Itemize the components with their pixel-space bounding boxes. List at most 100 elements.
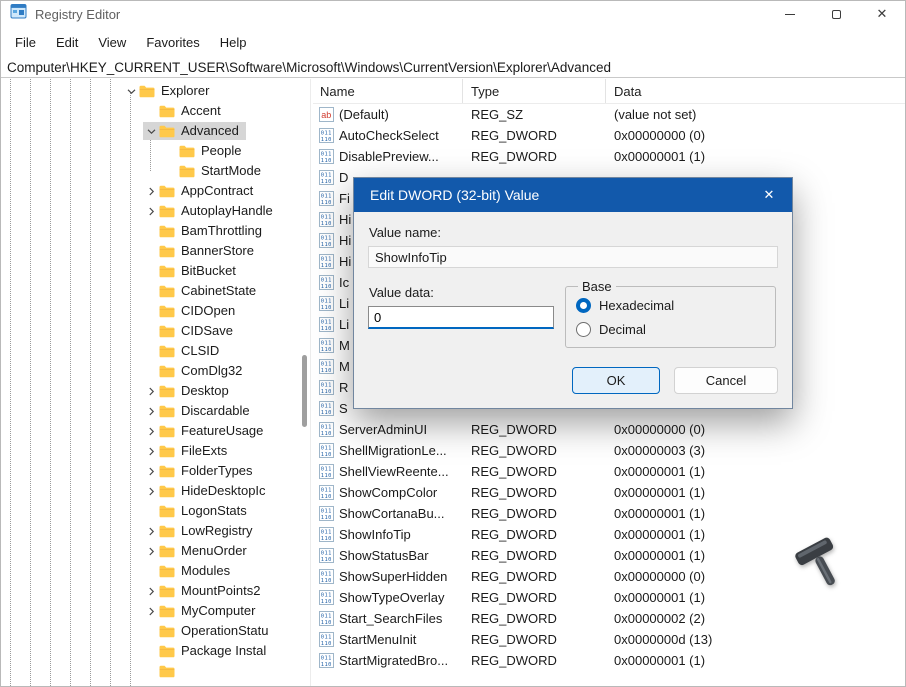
list-row-showcompcolor[interactable]: ab 011 110 ShowCompColor REG_DWORD 0x000… (313, 482, 905, 503)
chevron-icon[interactable] (143, 123, 159, 139)
tree-item-modules[interactable]: Modules (1, 561, 310, 581)
radio-hexadecimal[interactable]: Hexadecimal (576, 298, 765, 313)
tree-item-clipped[interactable] (1, 661, 310, 681)
chevron-icon[interactable] (143, 363, 159, 379)
list-row-default[interactable]: ab 011 110 (Default) REG_SZ (value not s… (313, 104, 905, 125)
tree-item-comdlg32[interactable]: ComDlg32 (1, 361, 310, 381)
ok-button[interactable]: OK (572, 367, 660, 394)
tree-item-discardable[interactable]: Discardable (1, 401, 310, 421)
maximize-button[interactable] (813, 1, 859, 27)
tree-scrollbar-thumb[interactable] (302, 355, 307, 427)
close-button[interactable]: ✕ (859, 1, 905, 27)
chevron-icon[interactable] (143, 503, 159, 519)
chevron-icon[interactable] (143, 323, 159, 339)
dialog-titlebar[interactable]: Edit DWORD (32-bit) Value ✕ (354, 178, 792, 212)
value-name: S (339, 401, 348, 416)
chevron-icon[interactable] (143, 443, 159, 459)
chevron-icon[interactable] (143, 483, 159, 499)
dialog-close-button[interactable]: ✕ (746, 178, 792, 212)
list-row-showcortanabu[interactable]: ab 011 110 ShowCortanaBu... REG_DWORD 0x… (313, 503, 905, 524)
tree-item-package-instal[interactable]: Package Instal (1, 641, 310, 661)
list-row-shellmigrationle[interactable]: ab 011 110 ShellMigrationLe... REG_DWORD… (313, 440, 905, 461)
svg-text:110: 110 (321, 200, 332, 206)
menu-item-help[interactable]: Help (210, 31, 257, 54)
chevron-icon[interactable] (143, 203, 159, 219)
list-row-serveradminui[interactable]: ab 011 110 ServerAdminUI REG_DWORD 0x000… (313, 419, 905, 440)
tree-item-mountpoints2[interactable]: MountPoints2 (1, 581, 310, 601)
tree-item-fileexts[interactable]: FileExts (1, 441, 310, 461)
svg-text:011: 011 (321, 173, 332, 179)
tree-item-hidedesktopic[interactable]: HideDesktopIc (1, 481, 310, 501)
tree-item-mycomputer[interactable]: MyComputer (1, 601, 310, 621)
tree-item-desktop[interactable]: Desktop (1, 381, 310, 401)
dword-value-icon: 011 110 (319, 401, 334, 416)
chevron-icon[interactable] (143, 523, 159, 539)
radio-decimal[interactable]: Decimal (576, 322, 765, 337)
chevron-icon[interactable] (143, 103, 159, 119)
chevron-icon[interactable] (143, 603, 159, 619)
tree-item-logonstats[interactable]: LogonStats (1, 501, 310, 521)
tree-scrollbar[interactable] (301, 79, 308, 686)
tree-item-foldertypes[interactable]: FolderTypes (1, 461, 310, 481)
menu-item-edit[interactable]: Edit (46, 31, 88, 54)
tree-item-startmode[interactable]: StartMode (1, 161, 310, 181)
list-row-autocheckselect[interactable]: ab 011 110 AutoCheckSelect REG_DWORD 0x0… (313, 125, 905, 146)
tree-item-featureusage[interactable]: FeatureUsage (1, 421, 310, 441)
list-row-disablepreview[interactable]: ab 011 110 DisablePreview... REG_DWORD 0… (313, 146, 905, 167)
value-name-field[interactable] (368, 246, 778, 268)
chevron-icon[interactable] (123, 83, 139, 99)
chevron-icon[interactable] (163, 163, 179, 179)
tree-item-cidopen[interactable]: CIDOpen (1, 301, 310, 321)
chevron-icon[interactable] (143, 243, 159, 259)
tree-item-autoplayhandle[interactable]: AutoplayHandle (1, 201, 310, 221)
tree-item-advanced[interactable]: Advanced (1, 121, 310, 141)
tree-item-cabinetstate[interactable]: CabinetState (1, 281, 310, 301)
chevron-icon[interactable] (143, 283, 159, 299)
tree-item-appcontract[interactable]: AppContract (1, 181, 310, 201)
tree-item-explorer[interactable]: Explorer (1, 81, 310, 101)
chevron-icon[interactable] (143, 463, 159, 479)
minimize-button[interactable] (767, 1, 813, 27)
tree-item-clsid[interactable]: CLSID (1, 341, 310, 361)
svg-text:110: 110 (321, 620, 332, 626)
chevron-icon[interactable] (143, 543, 159, 559)
list-row-shellviewreente[interactable]: ab 011 110 ShellViewReente... REG_DWORD … (313, 461, 905, 482)
tree-item-operationstatu[interactable]: OperationStatu (1, 621, 310, 641)
menu-item-view[interactable]: View (88, 31, 136, 54)
tree-item-bamthrottling[interactable]: BamThrottling (1, 221, 310, 241)
tree-item-bannerstore[interactable]: BannerStore (1, 241, 310, 261)
menu-item-file[interactable]: File (5, 31, 46, 54)
column-header-name[interactable]: Name (313, 79, 463, 103)
tree-item-bitbucket[interactable]: BitBucket (1, 261, 310, 281)
chevron-icon[interactable] (143, 403, 159, 419)
chevron-icon[interactable] (143, 623, 159, 639)
list-row-start-searchfiles[interactable]: ab 011 110 Start_SearchFiles REG_DWORD 0… (313, 608, 905, 629)
chevron-icon[interactable] (143, 263, 159, 279)
list-row-startmenuinit[interactable]: ab 011 110 StartMenuInit REG_DWORD 0x000… (313, 629, 905, 650)
chevron-icon[interactable] (163, 143, 179, 159)
list-row-startmigratedbro[interactable]: ab 011 110 StartMigratedBro... REG_DWORD… (313, 650, 905, 671)
chevron-icon[interactable] (143, 563, 159, 579)
value-data-field[interactable] (368, 306, 554, 329)
chevron-icon[interactable] (143, 223, 159, 239)
chevron-icon[interactable] (143, 343, 159, 359)
column-header-type[interactable]: Type (463, 79, 606, 103)
chevron-icon[interactable] (143, 643, 159, 659)
tree-item-cidsave[interactable]: CIDSave (1, 321, 310, 341)
chevron-icon[interactable] (143, 183, 159, 199)
column-header-data[interactable]: Data (606, 79, 905, 103)
cancel-button[interactable]: Cancel (674, 367, 778, 394)
address-bar[interactable]: Computer\HKEY_CURRENT_USER\Software\Micr… (1, 57, 905, 78)
tree-item-menuorder[interactable]: MenuOrder (1, 541, 310, 561)
tree-item-accent[interactable]: Accent (1, 101, 310, 121)
chevron-icon[interactable] (143, 303, 159, 319)
chevron-icon[interactable] (143, 583, 159, 599)
tree-item-lowregistry[interactable]: LowRegistry (1, 521, 310, 541)
tree-item-people[interactable]: People (1, 141, 310, 161)
chevron-icon[interactable] (143, 663, 159, 679)
minimize-icon (785, 14, 795, 15)
tree-item-label: Explorer (161, 82, 209, 100)
menu-item-favorites[interactable]: Favorites (136, 31, 209, 54)
chevron-icon[interactable] (143, 383, 159, 399)
chevron-icon[interactable] (143, 423, 159, 439)
